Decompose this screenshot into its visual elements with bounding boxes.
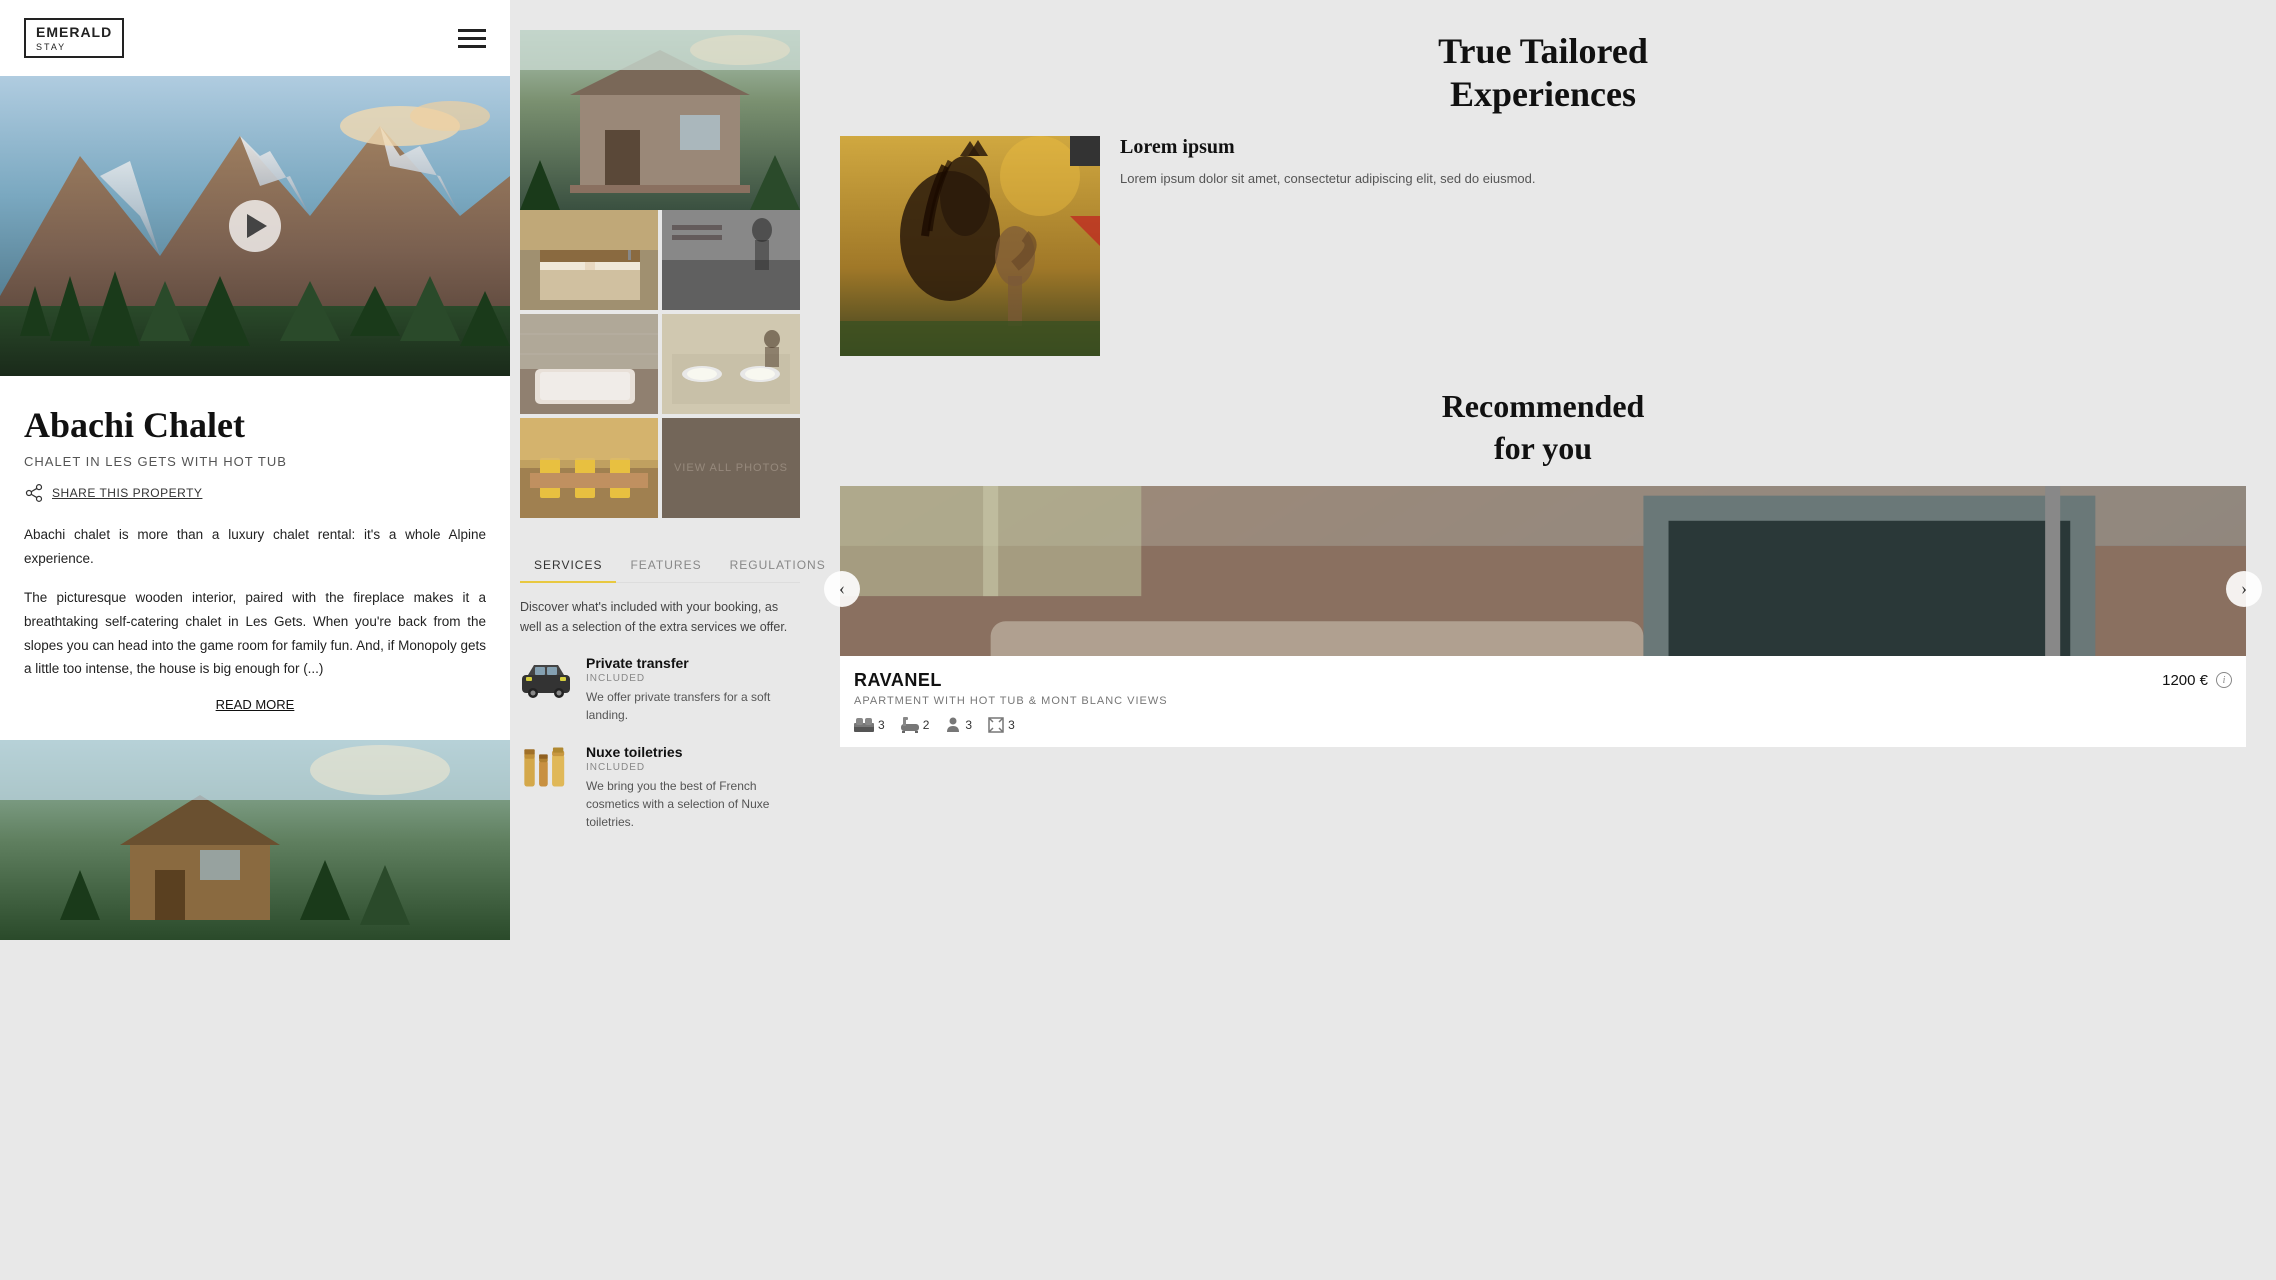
photo-row-2 — [520, 314, 800, 414]
toiletry-icon — [520, 744, 572, 796]
carousel-next-button[interactable]: › — [2226, 571, 2262, 607]
bath-icon — [901, 717, 919, 733]
kitchen-svg — [662, 210, 800, 310]
table-svg — [662, 314, 800, 414]
toiletry-icon-box — [520, 744, 572, 796]
card-price-row: 1200 € i — [2162, 672, 2232, 689]
tab-description: Discover what's included with your booki… — [520, 597, 800, 637]
card-subtype: APARTMENT WITH HOT TUB & MONT BLANC VIEW… — [854, 695, 2232, 707]
transfer-desc: We offer private transfers for a soft la… — [586, 688, 800, 724]
bathroom-svg — [520, 314, 658, 414]
experience-content: Lorem ipsum Lorem ipsum dolor sit amet, … — [840, 136, 2246, 356]
service-toiletries: Nuxe toiletries INCLUDED We bring you th… — [520, 744, 800, 831]
property-subtitle: CHALET IN LES GETS WITH HOT TUB — [24, 454, 486, 469]
play-button[interactable] — [229, 200, 281, 252]
play-icon — [247, 214, 267, 238]
toiletry-name: Nuxe toiletries — [586, 744, 800, 760]
tabs-bar: SERVICES FEATURES REGULATIONS — [520, 550, 800, 583]
mobile-header: EMERALDSTAY — [0, 0, 510, 76]
experience-text: Lorem ipsum Lorem ipsum dolor sit amet, … — [1120, 136, 2246, 356]
carousel: ‹ — [840, 486, 2246, 747]
logo-text: EMERALD — [36, 24, 112, 40]
main-property-photo — [520, 30, 800, 210]
transfer-icon-box — [520, 655, 572, 707]
dining-svg — [520, 418, 658, 518]
bed-icon — [854, 717, 874, 733]
left-panel: EMERALDSTAY — [0, 0, 510, 1280]
amenity-beds: 3 — [854, 717, 885, 733]
page-wrapper: EMERALDSTAY — [0, 0, 2276, 1280]
toiletry-info: Nuxe toiletries INCLUDED We bring you th… — [586, 744, 800, 831]
exterior-svg — [0, 740, 510, 940]
horse-image-svg — [840, 136, 1100, 356]
persons-count: 3 — [965, 718, 972, 732]
share-icon — [24, 483, 44, 503]
middle-panel: VIEW ALL PHOTOS SERVICES FEATURES REGULA… — [510, 0, 810, 1280]
recommended-title: Recommended for you — [840, 386, 2246, 469]
card-name: RAVANEL — [854, 670, 942, 691]
tab-services[interactable]: SERVICES — [520, 550, 616, 582]
car-icon — [520, 663, 572, 699]
corner-accent — [1070, 136, 1100, 166]
size-count: 3 — [1008, 718, 1015, 732]
expand-icon — [988, 717, 1004, 733]
experience-name: Lorem ipsum — [1120, 136, 2246, 159]
property-title: Abachi Chalet — [24, 404, 486, 446]
view-all-photos-button[interactable]: VIEW ALL PHOTOS — [662, 418, 800, 518]
card-price: 1200 € — [2162, 672, 2208, 689]
tab-regulations[interactable]: REGULATIONS — [716, 550, 840, 582]
share-property-button[interactable]: SHARE THIS PROPERTY — [52, 486, 202, 500]
experience-image — [840, 136, 1100, 356]
transfer-badge: INCLUDED — [586, 673, 800, 684]
right-panel: True Tailored Experiences — [810, 0, 2276, 1280]
view-all-bg — [662, 418, 800, 518]
description-para-1: Abachi chalet is more than a luxury chal… — [24, 523, 486, 570]
bathroom-photo — [520, 314, 658, 414]
toiletry-desc: We bring you the best of French cosmetic… — [586, 777, 800, 831]
card-image — [840, 486, 2246, 656]
toiletry-badge: INCLUDED — [586, 762, 800, 773]
property-info: Abachi Chalet CHALET IN LES GETS WITH HO… — [0, 376, 510, 712]
main-photo-svg — [520, 30, 800, 210]
beds-count: 3 — [878, 718, 885, 732]
card-amenities: 3 2 — [854, 717, 2232, 733]
carousel-prev-button[interactable]: ‹ — [824, 571, 860, 607]
transfer-name: Private transfer — [586, 655, 800, 671]
service-transfer: Private transfer INCLUDED We offer priva… — [520, 655, 800, 724]
recommendation-card: RAVANEL 1200 € i APARTMENT WITH HOT TUB … — [840, 486, 2246, 747]
share-row: SHARE THIS PROPERTY — [24, 483, 486, 503]
amenity-persons: 3 — [945, 717, 972, 733]
bedroom-svg — [520, 210, 658, 310]
hero-image — [0, 76, 510, 376]
hamburger-menu[interactable] — [458, 29, 486, 48]
kitchen-photo — [662, 210, 800, 310]
person-icon — [945, 717, 961, 733]
mobile-frame: EMERALDSTAY — [0, 0, 510, 940]
tabs-section: SERVICES FEATURES REGULATIONS Discover w… — [520, 550, 800, 851]
photo-grid: VIEW ALL PHOTOS — [520, 30, 800, 522]
table-photo — [662, 314, 800, 414]
read-more-button[interactable]: READ MORE — [24, 697, 486, 712]
tab-features[interactable]: FEATURES — [616, 550, 715, 582]
photo-row-1 — [520, 210, 800, 310]
photo-row-3: VIEW ALL PHOTOS — [520, 418, 800, 518]
dining-photo — [520, 418, 658, 518]
card-name-row: RAVANEL 1200 € i — [854, 670, 2232, 691]
logo: EMERALDSTAY — [24, 18, 124, 58]
card-image-svg — [840, 486, 2246, 656]
description-para-2: The picturesque wooden interior, paired … — [24, 586, 486, 681]
experience-description: Lorem ipsum dolor sit amet, consectetur … — [1120, 169, 2246, 190]
amenity-size: 3 — [988, 717, 1015, 733]
baths-count: 2 — [923, 718, 930, 732]
card-info: RAVANEL 1200 € i APARTMENT WITH HOT TUB … — [840, 656, 2246, 747]
price-info-icon[interactable]: i — [2216, 672, 2232, 688]
exterior-thumbnail — [0, 740, 510, 940]
amenity-baths: 2 — [901, 717, 930, 733]
experiences-title: True Tailored Experiences — [840, 30, 2246, 116]
bedroom-photo — [520, 210, 658, 310]
transfer-info: Private transfer INCLUDED We offer priva… — [586, 655, 800, 724]
